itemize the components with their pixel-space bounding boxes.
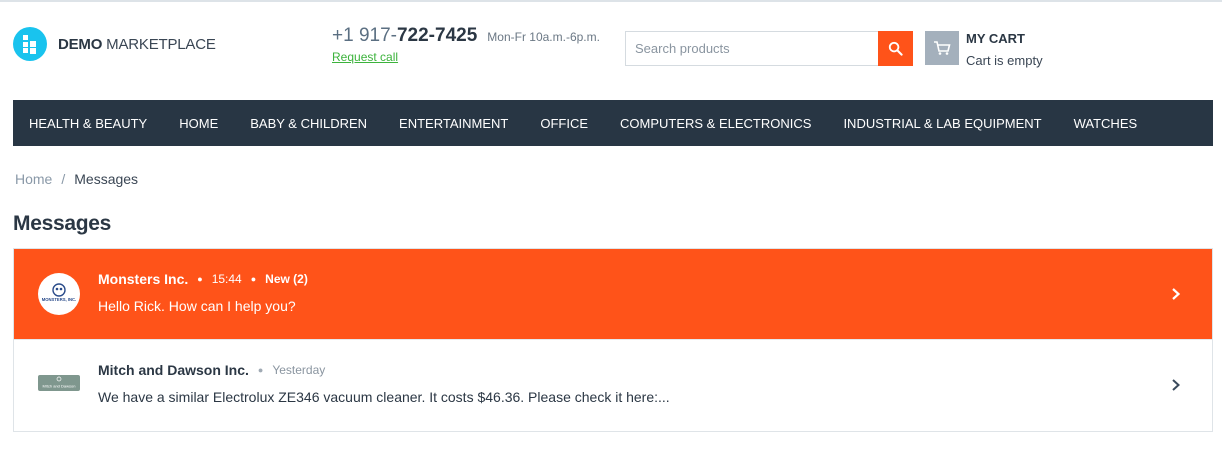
- message-time: Yesterday: [272, 363, 326, 377]
- separator-dot: ●: [197, 274, 203, 284]
- monsters-inc-logo-icon: MONSTERS, INC.: [42, 277, 76, 311]
- svg-text:MONSTERS, INC.: MONSTERS, INC.: [42, 297, 76, 302]
- cart-widget[interactable]: MY CART Cart is empty: [925, 31, 1043, 68]
- avatar: Mitch and Dawson: [38, 375, 80, 391]
- breadcrumb-current: Messages: [74, 171, 139, 187]
- top-border: [0, 0, 1222, 2]
- message-preview: Hello Rick. How can I help you?: [98, 298, 296, 314]
- cart-title: MY CART: [966, 31, 1025, 46]
- nav-item-health-beauty[interactable]: HEALTH & BEAUTY: [29, 116, 147, 131]
- nav-item-entertainment[interactable]: ENTERTAINMENT: [399, 116, 508, 131]
- svg-text:Mitch and Dawson: Mitch and Dawson: [43, 384, 76, 389]
- message-item[interactable]: MONSTERS, INC. Monsters Inc. ● 15:44 ● N…: [14, 249, 1212, 339]
- nav-item-office[interactable]: OFFICE: [540, 116, 588, 131]
- main-nav: HEALTH & BEAUTY HOME BABY & CHILDREN ENT…: [13, 100, 1213, 146]
- phone-number: +1 917-722-7425: [332, 25, 478, 46]
- message-list: MONSTERS, INC. Monsters Inc. ● 15:44 ● N…: [13, 248, 1213, 432]
- message-sender: Mitch and Dawson Inc.: [98, 362, 249, 378]
- mitch-dawson-logo-icon: Mitch and Dawson: [43, 376, 76, 389]
- message-preview: We have a similar Electrolux ZE346 vacuu…: [98, 389, 670, 405]
- breadcrumb-home-link[interactable]: Home: [15, 171, 52, 187]
- search-input[interactable]: [625, 31, 878, 66]
- nav-item-computers-electronics[interactable]: COMPUTERS & ELECTRONICS: [620, 116, 811, 131]
- page-title: Messages: [13, 212, 111, 235]
- site-logo[interactable]: DEMO MARKETPLACE: [13, 27, 216, 61]
- search-button[interactable]: [878, 31, 913, 66]
- separator-dot: ●: [257, 365, 264, 375]
- phone-block: +1 917-722-7425 Mon-Fr 10a.m.-6p.m.: [332, 25, 600, 47]
- message-item[interactable]: Mitch and Dawson Mitch and Dawson Inc. ●…: [14, 339, 1212, 431]
- message-sender: Monsters Inc.: [98, 271, 189, 287]
- breadcrumb-separator: /: [61, 171, 66, 187]
- nav-item-industrial-lab[interactable]: INDUSTRIAL & LAB EQUIPMENT: [843, 116, 1041, 131]
- request-call-link[interactable]: Request call: [332, 50, 398, 64]
- chevron-right-icon: [1172, 379, 1180, 391]
- new-badge: New (2): [265, 272, 308, 286]
- logo-text: DEMO MARKETPLACE: [58, 35, 216, 53]
- nav-item-watches[interactable]: WATCHES: [1074, 116, 1138, 131]
- message-time: 15:44: [211, 272, 242, 286]
- cart-status: Cart is empty: [966, 53, 1043, 68]
- logo-icon: [13, 27, 47, 61]
- working-hours: Mon-Fr 10a.m.-6p.m.: [487, 30, 600, 44]
- search-icon: [888, 41, 903, 56]
- separator-dot: ●: [250, 274, 257, 284]
- cart-icon: [925, 31, 959, 65]
- search-bar: [625, 31, 913, 66]
- nav-item-home[interactable]: HOME: [179, 116, 218, 131]
- chevron-right-icon: [1172, 288, 1181, 300]
- avatar: MONSTERS, INC.: [38, 273, 80, 315]
- breadcrumb: Home / Messages: [15, 171, 138, 187]
- nav-item-baby-children[interactable]: BABY & CHILDREN: [250, 116, 367, 131]
